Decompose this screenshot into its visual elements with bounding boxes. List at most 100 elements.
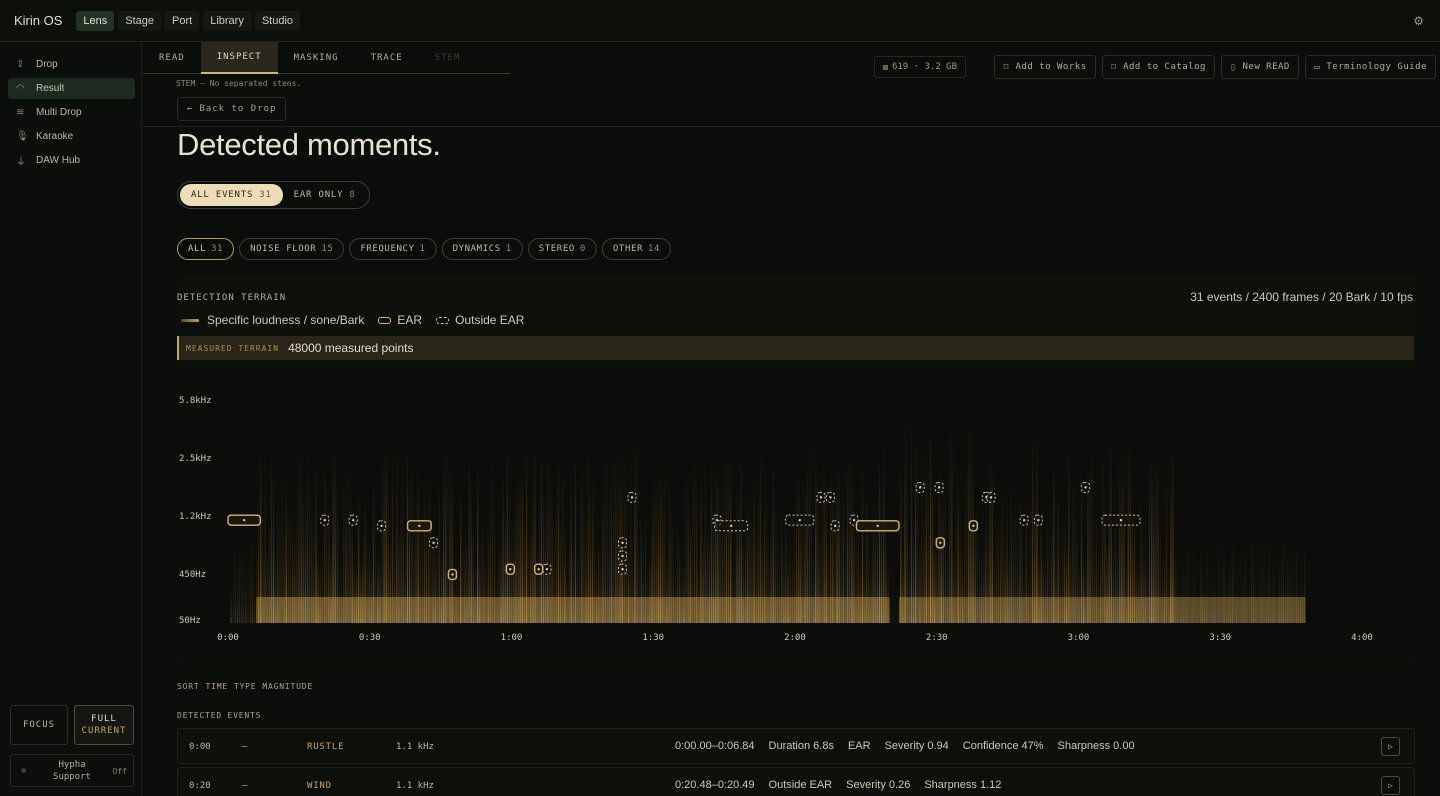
- tab-inspect[interactable]: INSPECT: [200, 42, 278, 74]
- x-tick-label: 0:30: [359, 633, 381, 643]
- nav-tab-studio[interactable]: Studio: [254, 10, 301, 31]
- sort-time[interactable]: TIME: [205, 682, 227, 691]
- loudness-column: [506, 435, 509, 623]
- segment-all-events[interactable]: ALL EVENTS 31: [180, 184, 283, 206]
- filter-stereo[interactable]: STEREO 0: [527, 238, 597, 260]
- gear-icon[interactable]: ⚙: [1413, 14, 1424, 28]
- loudness-column: [917, 437, 919, 623]
- floor-band: [898, 597, 1306, 623]
- sidebar-item-multi-drop[interactable]: ≋ Multi Drop: [8, 102, 135, 123]
- sidebar-item-drop[interactable]: ⇪ Drop: [8, 54, 135, 75]
- app-title: Kirin OS: [14, 13, 63, 28]
- hypha-support-toggle[interactable]: Hypha Support Off: [10, 754, 134, 787]
- loudness-column: [1091, 427, 1093, 623]
- y-tick-label: 1.2kHz: [179, 512, 212, 522]
- full-mode-button[interactable]: FULL CURRENT: [74, 705, 134, 745]
- loudness-column: [232, 564, 234, 623]
- loudness-column: [238, 537, 241, 623]
- terrain-svg[interactable]: 5.8kHz 2.5kHz 1.2kHz 450Hz 50Hz 0:00 0:30 1:00 1…: [177, 367, 1415, 657]
- loudness-column: [810, 431, 813, 623]
- loudness-column: [323, 430, 326, 623]
- sort-type[interactable]: TYPE: [234, 682, 256, 691]
- loudness-column: [260, 441, 262, 623]
- back-button[interactable]: ← Back to Drop: [177, 97, 287, 121]
- loudness-column: [891, 591, 893, 623]
- x-tick-label: 4:00: [1351, 633, 1373, 643]
- add-to-catalog-button[interactable]: ⌑ Add to Catalog: [1101, 55, 1215, 79]
- loudness-column: [491, 431, 494, 623]
- terrain-plot[interactable]: 5.8kHz 2.5kHz 1.2kHz 450Hz 50Hz 0:00 0:30 1:00 1…: [177, 367, 1415, 657]
- loudness-column: [619, 447, 621, 623]
- segment-ear-only[interactable]: EAR ONLY 8: [283, 184, 367, 206]
- loudness-column: [270, 438, 273, 623]
- event-time: 0:20: [189, 781, 211, 791]
- event-dot: [798, 518, 801, 522]
- nav-tab-stage[interactable]: Stage: [118, 10, 162, 31]
- legend-outside-ear: Outside EAR: [455, 313, 525, 327]
- event-row[interactable]: 0:20 — WIND 1.1 kHz 0:20.48–0:20.49 Outs…: [177, 767, 1415, 796]
- event-dot: [1084, 486, 1087, 489]
- book-icon: ▭: [1313, 61, 1321, 73]
- event-dot: [919, 486, 922, 489]
- filter-noise-floor[interactable]: NOISE FLOOR 15: [239, 238, 345, 260]
- loudness-column: [574, 437, 577, 623]
- filter-dynamics[interactable]: DYNAMICS 1: [441, 238, 523, 260]
- nav-tab-port[interactable]: Port: [165, 10, 200, 31]
- sidebar-item-karaoke[interactable]: 🎙︎ Karaoke: [8, 126, 135, 147]
- top-bar: Kirin OS Lens Stage Port Library Studio …: [0, 0, 1440, 42]
- event-dot: [833, 524, 837, 527]
- play-icon[interactable]: ▷: [1381, 776, 1400, 795]
- tab-masking[interactable]: MASKING: [278, 42, 355, 74]
- loudness-column: [1155, 441, 1157, 623]
- detection-terrain-panel: DETECTION TERRAIN 31 events / 2400 frame…: [177, 277, 1417, 662]
- file-icon: ▯: [1229, 61, 1237, 73]
- loudness-column: [634, 438, 636, 623]
- x-tick-label: 1:30: [642, 633, 664, 643]
- main-panel: READ INSPECT MASKING TRACE STEM STEM — N…: [143, 42, 1440, 796]
- loudness-column: [925, 440, 927, 623]
- event-dot: [829, 496, 832, 499]
- add-to-works-button[interactable]: ⌑ Add to Works: [994, 55, 1096, 79]
- filter-chips: ALL 31 NOISE FLOOR 15 FREQUENCY 1 DYNAMICS 1…: [177, 238, 676, 260]
- play-icon[interactable]: ▷: [1381, 737, 1400, 756]
- event-row[interactable]: 0:00 — RUSTLE 1.1 kHz 0:00.00–0:06.84 Du…: [177, 728, 1415, 764]
- nav-tab-lens[interactable]: Lens: [76, 10, 115, 31]
- loudness-column: [525, 435, 528, 623]
- event-dot: [852, 518, 856, 522]
- loudness-column: [808, 434, 811, 623]
- arrow-left-icon: ←: [187, 104, 194, 114]
- loudness-column: [334, 445, 336, 623]
- event-type: RUSTLE: [307, 742, 345, 752]
- loudness-column: [906, 414, 908, 623]
- filter-frequency[interactable]: FREQUENCY 1: [349, 238, 437, 260]
- loudness-column: [949, 430, 951, 623]
- sidebar-item-daw-hub[interactable]: ⏚ DAW Hub: [8, 150, 135, 171]
- loudness-column: [1157, 431, 1159, 623]
- loudness-column: [383, 445, 385, 623]
- event-meta: 0:00.00–0:06.84 Duration 6.8s EAR Severi…: [675, 740, 1135, 752]
- events-label: DETECTED EVENTS: [177, 711, 262, 720]
- event-freq: 1.1 kHz: [396, 742, 434, 752]
- focus-mode-button[interactable]: FOCUS: [10, 705, 68, 745]
- tab-trace[interactable]: TRACE: [355, 42, 419, 74]
- sort-magnitude[interactable]: MAGNITUDE: [262, 682, 313, 691]
- loudness-column: [445, 441, 447, 623]
- nav-tab-library[interactable]: Library: [203, 10, 251, 31]
- x-tick-label: 3:00: [1068, 633, 1090, 643]
- event-dot: [876, 524, 879, 527]
- event-dot: [939, 541, 942, 544]
- new-read-button[interactable]: ▯ New READ: [1220, 55, 1299, 79]
- terminology-guide-button[interactable]: ▭ Terminology Guide: [1304, 55, 1436, 79]
- filter-other[interactable]: OTHER 14: [601, 238, 672, 260]
- loudness-column: [951, 408, 953, 623]
- loudness-column: [929, 417, 932, 623]
- event-dash: —: [242, 742, 248, 752]
- sidebar-item-result[interactable]: ◠ Result: [8, 78, 135, 99]
- loudness-column: [893, 577, 896, 623]
- loudness-column: [391, 445, 394, 623]
- tab-read[interactable]: READ: [143, 42, 201, 74]
- event-dash: —: [242, 781, 248, 791]
- event-dot: [323, 518, 326, 522]
- loudness-column: [615, 440, 617, 623]
- filter-all[interactable]: ALL 31: [177, 238, 235, 260]
